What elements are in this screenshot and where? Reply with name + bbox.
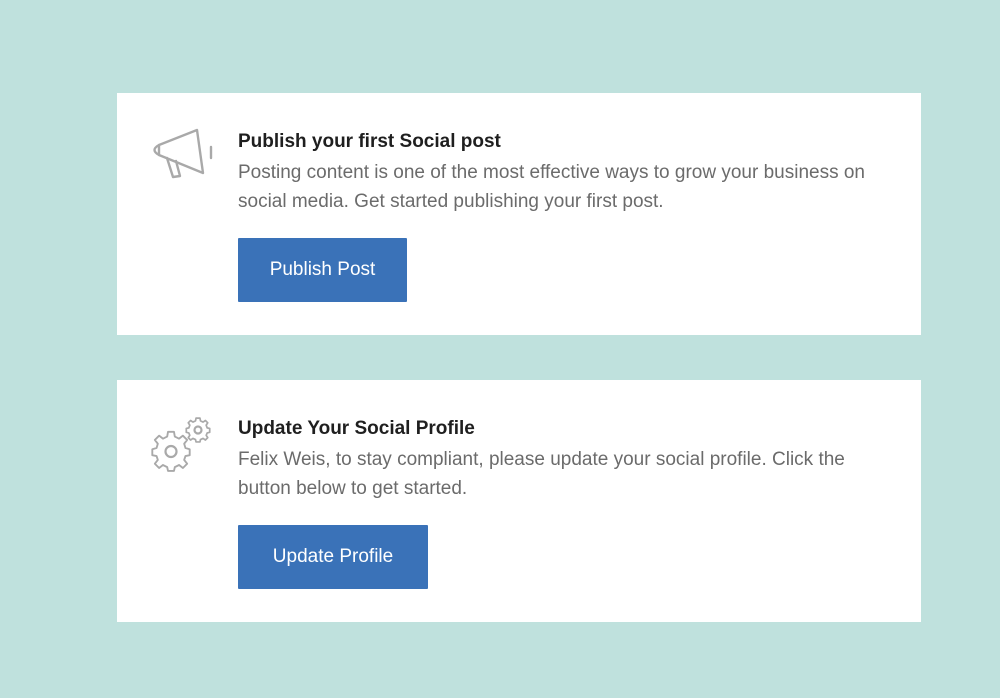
- card-description: Felix Weis, to stay compliant, please up…: [238, 449, 845, 499]
- card-description: Posting content is one of the most effec…: [238, 162, 865, 212]
- card-body: Publish your first Social post Posting c…: [238, 129, 898, 216]
- gears-icon: [147, 412, 217, 482]
- card-title: Update Your Social Profile: [238, 418, 475, 439]
- publish-post-button[interactable]: Publish Post: [238, 238, 407, 302]
- update-profile-button[interactable]: Update Profile: [238, 525, 428, 589]
- card-body: Update Your Social Profile Felix Weis, t…: [238, 416, 898, 503]
- megaphone-icon: [147, 125, 217, 195]
- publish-post-card: Publish your first Social post Posting c…: [117, 93, 921, 335]
- card-title: Publish your first Social post: [238, 131, 501, 152]
- update-profile-card: Update Your Social Profile Felix Weis, t…: [117, 380, 921, 622]
